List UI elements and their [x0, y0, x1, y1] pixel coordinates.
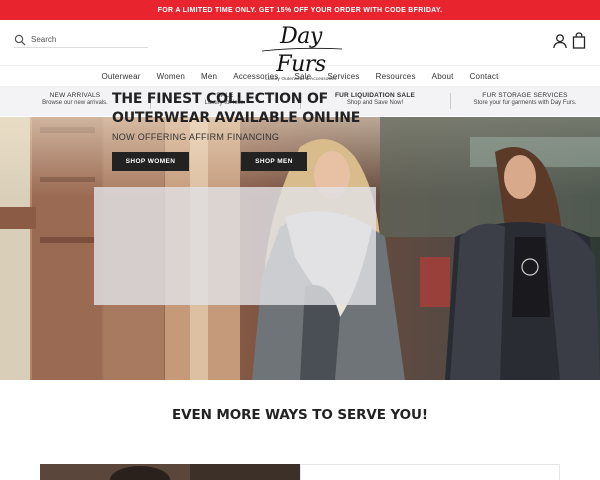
shop-men-button[interactable]: SHOP MEN: [241, 152, 307, 171]
nav-item-outerwear[interactable]: Outerwear: [93, 72, 148, 81]
promo-tile-photo: [40, 464, 300, 480]
service-subtitle: Store your fur garments with Day Furs.: [473, 100, 577, 106]
shop-women-button[interactable]: SHOP WOMEN: [112, 152, 189, 171]
search-bar[interactable]: [14, 32, 148, 48]
main-navigation: Outerwear Women Men Accessories Sale Ser…: [0, 66, 600, 86]
nav-item-services[interactable]: Services: [319, 72, 367, 81]
search-icon[interactable]: [14, 34, 26, 46]
hero-text-panel: [94, 187, 376, 305]
service-title: FUR STORAGE SERVICES: [482, 92, 568, 99]
hero-headline: THE FINEST COLLECTION OF OUTERWEAR AVAIL…: [112, 91, 361, 126]
service-fur-storage[interactable]: FUR STORAGE SERVICES Store your fur garm…: [450, 86, 600, 116]
section-heading: EVEN MORE WAYS TO SERVE YOU!: [172, 407, 428, 423]
hero-subline: NOW OFFERING AFFIRM FINANCING: [112, 132, 280, 142]
nav-item-resources[interactable]: Resources: [368, 72, 424, 81]
promo-tile-text: [300, 464, 560, 480]
nav-item-men[interactable]: Men: [193, 72, 225, 81]
site-header: Day Furs Luxury Outerwear & Accessories: [0, 20, 600, 81]
site-logo[interactable]: Day Furs Luxury Outerwear & Accessories: [256, 23, 346, 81]
promo-tile-image[interactable]: [40, 464, 300, 480]
nav-item-accessories[interactable]: Accessories: [225, 72, 286, 81]
nav-item-women[interactable]: Women: [149, 72, 193, 81]
account-icon[interactable]: [552, 33, 568, 49]
promo-banner: FOR A LIMITED TIME ONLY. GET 15% OFF YOU…: [0, 0, 600, 20]
promo-banner-text: FOR A LIMITED TIME ONLY. GET 15% OFF YOU…: [157, 6, 443, 14]
nav-item-sale[interactable]: Sale: [287, 72, 320, 81]
cart-icon[interactable]: [572, 32, 586, 49]
logo-swoosh: [261, 47, 343, 52]
nav-item-about[interactable]: About: [424, 72, 462, 81]
nav-item-contact[interactable]: Contact: [462, 72, 507, 81]
search-input[interactable]: [31, 35, 141, 44]
